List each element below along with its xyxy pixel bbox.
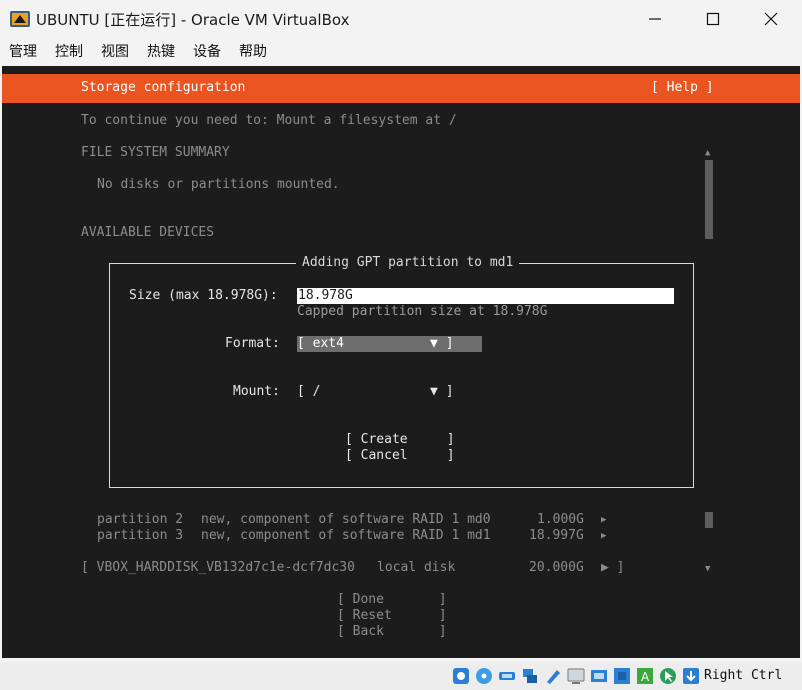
size-label: Size (max 18.978G): <box>129 288 278 303</box>
scroll-down-arrow[interactable]: ▼ <box>705 561 710 577</box>
network-icon[interactable] <box>521 667 539 685</box>
create-button[interactable]: [ Create ] <box>345 432 455 448</box>
partition-row-size: 1.000G <box>537 512 584 527</box>
disk-row-type: local disk <box>377 560 456 575</box>
format-label: Format: <box>225 336 280 351</box>
scroll-up-arrow[interactable]: ▲ <box>705 145 710 161</box>
instruction-text: To continue you need to: Mount a filesys… <box>81 113 457 128</box>
fs-summary-heading: FILE SYSTEM SUMMARY <box>81 145 230 160</box>
mount-label: Mount: <box>233 384 280 399</box>
statusbar: A Right Ctrl <box>0 662 802 690</box>
menu-help[interactable]: 帮助 <box>239 41 267 61</box>
menubar: 管理 控制 视图 热键 设备 帮助 <box>0 38 802 64</box>
size-note: Capped partition size at 18.978G <box>297 304 548 319</box>
recording-icon[interactable] <box>613 667 631 685</box>
disk-row-name[interactable]: [ VBOX_HARDDISK_VB132d7c1e-dcf7dc30 <box>81 560 355 576</box>
close-button[interactable] <box>742 0 800 38</box>
back-button[interactable]: [ Back ] <box>337 624 447 640</box>
video-capture-icon[interactable] <box>590 667 608 685</box>
disk-row-arrow[interactable]: ▶ ] <box>601 560 624 576</box>
partition-row-arrow-icon[interactable]: ▶ <box>601 512 606 528</box>
size-input[interactable]: 18.978G <box>297 288 674 304</box>
partition-row-desc: new, component of software RAID 1 md0 <box>201 512 491 527</box>
window-title: UBUNTU [正在运行] - Oracle VM VirtualBox <box>36 11 350 29</box>
help-button[interactable]: [ Help ] <box>651 80 714 96</box>
partition-row-name[interactable]: partition 3 <box>97 528 183 544</box>
minimize-button[interactable] <box>626 0 684 38</box>
partition-row-arrow-icon[interactable]: ▶ <box>601 528 606 544</box>
reset-button[interactable]: [ Reset ] <box>337 608 447 624</box>
menu-view[interactable]: 视图 <box>101 41 129 61</box>
maximize-button[interactable] <box>684 0 742 38</box>
display-icon[interactable] <box>567 667 585 685</box>
menu-manage[interactable]: 管理 <box>9 41 37 61</box>
keyboard-capture-icon[interactable] <box>682 667 700 685</box>
shared-folder-icon[interactable] <box>544 667 562 685</box>
menu-control[interactable]: 控制 <box>55 41 83 61</box>
cpu-icon[interactable]: A <box>636 667 654 685</box>
hard-disk-icon[interactable] <box>452 667 470 685</box>
header-title: Storage configuration <box>81 80 246 95</box>
partition-row-desc: new, component of software RAID 1 md1 <box>201 528 491 543</box>
vm-screen[interactable]: Storage configuration [ Help ] To contin… <box>2 66 800 658</box>
partition-row-size: 18.997G <box>529 528 584 543</box>
virtualbox-app-icon <box>10 11 30 27</box>
optical-drive-icon[interactable] <box>475 667 493 685</box>
format-select[interactable]: [ ext4 ▼ ] <box>297 336 482 352</box>
available-devices-heading: AVAILABLE DEVICES <box>81 225 215 240</box>
window-titlebar: UBUNTU [正在运行] - Oracle VM VirtualBox <box>0 0 802 38</box>
cancel-button[interactable]: [ Cancel ] <box>345 448 455 464</box>
done-button[interactable]: [ Done ] <box>337 592 447 608</box>
svg-text:A: A <box>641 670 650 684</box>
dialog-title: Adding GPT partition to md1 <box>296 255 520 271</box>
mouse-integration-icon[interactable] <box>659 667 677 685</box>
minimize-icon <box>649 18 661 20</box>
mount-select[interactable]: [ / ▼ ] <box>297 384 454 400</box>
scrollbar-thumb[interactable] <box>705 160 713 239</box>
close-icon <box>764 12 778 26</box>
installer-header: Storage configuration [ Help ] <box>2 74 800 103</box>
disk-row-size: 20.000G <box>529 560 584 575</box>
menu-hotkeys[interactable]: 热键 <box>147 41 175 61</box>
usb-icon[interactable] <box>498 667 516 685</box>
menu-devices[interactable]: 设备 <box>193 41 221 61</box>
fs-summary-empty: No disks or partitions mounted. <box>97 177 340 192</box>
partition-row-name[interactable]: partition 2 <box>97 512 183 528</box>
host-key-label: Right Ctrl <box>704 668 783 683</box>
scrollbar-thumb-lower[interactable] <box>705 512 713 528</box>
maximize-icon <box>706 12 720 26</box>
